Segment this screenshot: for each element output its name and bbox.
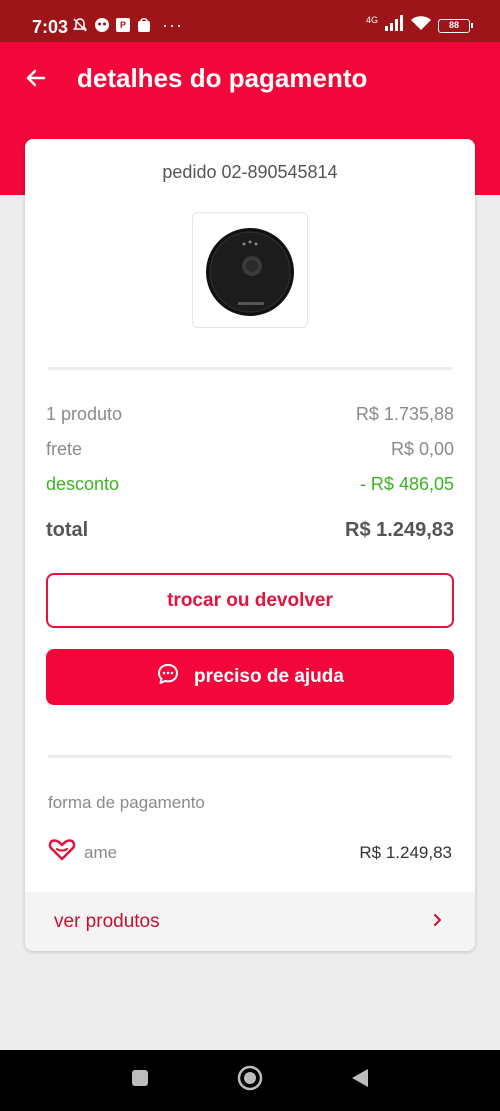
summary-label: 1 produto <box>46 404 123 424</box>
more-dots-icon: ··· <box>162 15 183 35</box>
back-button[interactable] <box>20 64 52 96</box>
divider <box>48 367 452 370</box>
payment-method: ame <box>48 838 117 867</box>
return-button[interactable]: trocar ou devolver <box>46 573 454 628</box>
summary-label: desconto <box>46 474 120 494</box>
back-nav-button[interactable] <box>348 1068 372 1092</box>
bell-off-icon <box>72 17 88 33</box>
signal-icon <box>384 15 404 36</box>
summary-row-discount: desconto - R$ 486,05 <box>46 474 454 495</box>
help-button-label: preciso de ajuda <box>194 666 344 687</box>
page-title: detalhes do pagamento <box>77 63 368 93</box>
summary-value: R$ 0,00 <box>390 439 454 459</box>
square-icon <box>130 1068 150 1093</box>
summary-row-total: total R$ 1.249,83 <box>46 519 454 542</box>
divider <box>48 755 452 758</box>
arrow-left-icon <box>24 66 48 95</box>
recent-apps-button[interactable] <box>128 1068 152 1092</box>
home-circle-icon <box>237 1065 263 1096</box>
network-label: 4G <box>365 14 378 25</box>
return-button-label: trocar ou devolver <box>167 589 333 611</box>
chevron-right-icon <box>431 911 445 933</box>
summary-row-products: 1 produto R$ 1.735,88 <box>46 404 454 425</box>
wifi-icon <box>410 15 432 36</box>
summary-value: - R$ 486,05 <box>359 474 454 494</box>
summary-label: frete <box>46 439 83 459</box>
view-products-label: ver produtos <box>54 910 160 932</box>
ame-heart-icon <box>48 838 76 867</box>
total-value: R$ 1.249,83 <box>345 519 454 541</box>
summary-row-shipping: frete R$ 0,00 <box>46 439 454 460</box>
app-icon <box>94 17 110 33</box>
system-icons: 4G 88 <box>365 14 473 36</box>
status-bar: 7:03 P ··· 4G 88 <box>0 0 500 42</box>
total-label: total <box>46 519 89 541</box>
product-image[interactable] <box>192 212 308 328</box>
help-button[interactable]: preciso de ajuda <box>46 649 454 705</box>
triangle-back-icon <box>350 1067 370 1094</box>
order-number: pedido 02-890545814 <box>162 162 338 182</box>
robot-vacuum-image <box>206 228 294 316</box>
summary-value: R$ 1.735,88 <box>355 404 454 424</box>
battery-icon: 88 <box>438 18 473 33</box>
payment-method-name: ame <box>84 842 118 862</box>
payment-method-heading: forma de pagamento <box>48 793 205 812</box>
chat-bubble-icon <box>156 662 180 692</box>
system-navigation-bar <box>0 1050 500 1111</box>
payment-amount: R$ 1.249,83 <box>359 842 452 862</box>
payment-details-card: pedido 02-890545814 1 produto R$ 1.735,8… <box>25 139 475 951</box>
p-icon: P <box>116 18 130 32</box>
view-products-link[interactable]: ver produtos <box>25 892 475 951</box>
payment-method-row: ame R$ 1.249,83 <box>48 838 452 867</box>
home-button[interactable] <box>237 1065 263 1092</box>
shopping-bag-icon <box>136 17 152 33</box>
notification-icons: P ··· <box>72 15 183 35</box>
status-time: 7:03 <box>32 17 69 37</box>
